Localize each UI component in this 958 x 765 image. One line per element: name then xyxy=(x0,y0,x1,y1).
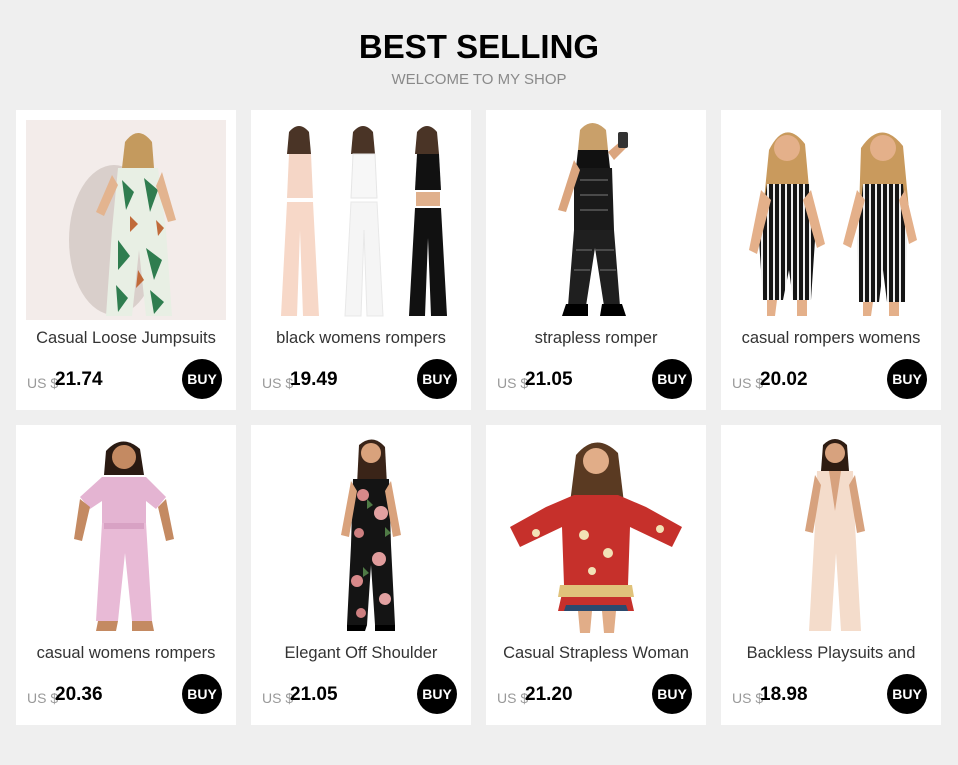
product-currency: US $ xyxy=(497,375,529,391)
product-price: 20.36 xyxy=(55,684,103,705)
product-name[interactable]: strapless romper xyxy=(486,329,706,348)
product-currency: US $ xyxy=(27,690,59,706)
product-price: 19.49 xyxy=(290,369,338,390)
product-currency: US $ xyxy=(27,375,59,391)
buy-button[interactable]: BUY xyxy=(417,359,457,399)
buy-button[interactable]: BUY xyxy=(887,674,927,714)
product-image[interactable] xyxy=(496,120,696,320)
product-image[interactable] xyxy=(26,435,226,635)
buy-button[interactable]: BUY xyxy=(182,359,222,399)
product-card[interactable]: Elegant Off Shoulder US $ 21.05 BUY xyxy=(251,425,471,725)
product-currency: US $ xyxy=(732,690,764,706)
product-card[interactable]: Backless Playsuits and US $ 18.98 BUY xyxy=(721,425,941,725)
product-name[interactable]: Casual Strapless Woman xyxy=(486,644,706,663)
product-name[interactable]: black womens rompers xyxy=(251,329,471,348)
buy-button[interactable]: BUY xyxy=(182,674,222,714)
product-card[interactable]: Casual Strapless Woman US $ 21.20 BUY xyxy=(486,425,706,725)
product-name[interactable]: casual womens rompers xyxy=(16,644,236,663)
product-price: 20.02 xyxy=(760,369,808,390)
product-currency: US $ xyxy=(497,690,529,706)
product-image[interactable] xyxy=(26,120,226,320)
product-price: 18.98 xyxy=(760,684,808,705)
product-card[interactable]: strapless romper US $ 21.05 BUY xyxy=(486,110,706,410)
buy-button[interactable]: BUY xyxy=(652,359,692,399)
product-price: 21.05 xyxy=(525,369,573,390)
product-card[interactable]: Casual Loose Jumpsuits US $ 21.74 BUY xyxy=(16,110,236,410)
product-image[interactable] xyxy=(731,435,931,635)
product-currency: US $ xyxy=(262,375,294,391)
buy-button[interactable]: BUY xyxy=(417,674,457,714)
buy-button[interactable]: BUY xyxy=(652,674,692,714)
buy-button[interactable]: BUY xyxy=(887,359,927,399)
product-currency: US $ xyxy=(732,375,764,391)
product-price: 21.05 xyxy=(290,684,338,705)
page-subtitle: WELCOME TO MY SHOP xyxy=(391,71,567,88)
product-name[interactable]: Casual Loose Jumpsuits xyxy=(16,329,236,348)
product-price: 21.20 xyxy=(525,684,573,705)
product-name[interactable]: Elegant Off Shoulder xyxy=(251,644,471,663)
product-card[interactable]: black womens rompers US $ 19.49 BUY xyxy=(251,110,471,410)
product-image[interactable] xyxy=(496,435,696,635)
product-image[interactable] xyxy=(731,120,931,320)
product-card[interactable]: casual rompers womens US $ 20.02 BUY xyxy=(721,110,941,410)
page-title: BEST SELLING xyxy=(358,28,600,65)
product-card[interactable]: casual womens rompers US $ 20.36 BUY xyxy=(16,425,236,725)
product-image[interactable] xyxy=(261,120,461,320)
product-name[interactable]: casual rompers womens xyxy=(721,329,941,348)
product-image[interactable] xyxy=(261,435,461,635)
product-price: 21.74 xyxy=(55,369,103,390)
product-currency: US $ xyxy=(262,690,294,706)
product-name[interactable]: Backless Playsuits and xyxy=(721,644,941,663)
